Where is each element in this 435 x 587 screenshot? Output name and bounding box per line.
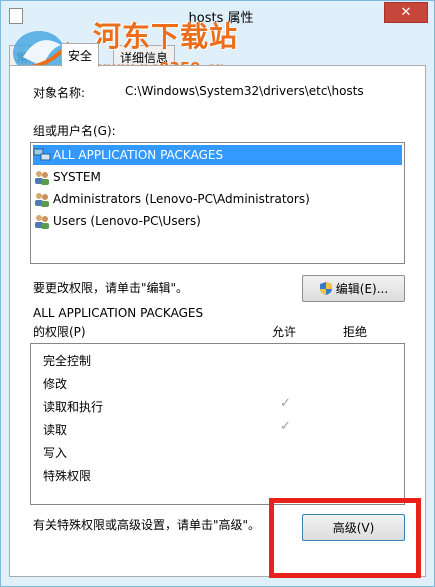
annotation-highlight-box (269, 498, 421, 578)
permission-name: 修改 (43, 377, 68, 391)
group-item-label: ALL APPLICATION PACKAGES (53, 148, 224, 162)
permission-row-read: 读取 ✓ (43, 417, 403, 439)
uac-shield-icon (319, 282, 332, 295)
permission-row-full-control: 完全控制 (43, 348, 403, 370)
groups-listbox[interactable]: ALL APPLICATION PACKAGES SYSTEM Administ… (30, 142, 405, 264)
group-item-system[interactable]: SYSTEM (33, 167, 402, 187)
permissions-title: 的权限(P) (33, 325, 86, 339)
allow-check-icon: ✓ (280, 396, 291, 411)
edit-hint: 要更改权限，请单击"编辑"。 (33, 281, 189, 295)
group-item-all-application-packages[interactable]: ALL APPLICATION PACKAGES (33, 145, 402, 165)
allow-column-header: 允许 (272, 325, 297, 339)
permissions-list[interactable]: 完全控制 修改 读取和执行 ✓ 读取 ✓ 写入 特殊权限 (30, 343, 405, 505)
permission-row-read-execute: 读取和执行 ✓ (43, 394, 403, 416)
permission-name: 读取 (43, 423, 68, 437)
watermark-site-name: 河东下载站 (93, 20, 239, 53)
group-item-label: SYSTEM (53, 170, 101, 184)
group-item-administrators[interactable]: Administrators (Lenovo-PC\Administrators… (33, 189, 402, 209)
permission-name: 写入 (43, 446, 68, 460)
close-button[interactable]: ✕ (384, 2, 428, 23)
allow-check-icon: ✓ (280, 419, 291, 434)
properties-window: hosts 属性 ✕ 常规 安全 详细信息 河东下载站 www.pc0359.c… (0, 0, 435, 587)
object-name-label: 对象名称: (33, 86, 86, 100)
file-icon (9, 8, 23, 24)
tab-security[interactable]: 安全 (61, 43, 100, 67)
groups-label: 组或用户名(G): (33, 124, 116, 138)
edit-button[interactable]: 编辑(E)... (302, 275, 405, 302)
app-packages-icon (33, 148, 51, 161)
advanced-hint: 有关特殊权限或高级设置，请单击"高级"。 (33, 518, 261, 532)
group-item-users[interactable]: Users (Lenovo-PC\Users) (33, 211, 402, 231)
group-item-label: Users (Lenovo-PC\Users) (53, 214, 201, 228)
permission-name: 完全控制 (43, 354, 92, 368)
permission-row-modify: 修改 (43, 371, 403, 393)
permission-name: 特殊权限 (43, 469, 92, 483)
permissions-for-label: ALL APPLICATION PACKAGES (33, 306, 204, 320)
object-name-value: C:\Windows\System32\drivers\etc\hosts (125, 84, 364, 98)
user-group-icon (35, 215, 49, 229)
permission-row-write: 写入 (43, 440, 403, 462)
permission-name: 读取和执行 (43, 400, 104, 414)
user-group-icon (35, 193, 49, 207)
user-group-icon (35, 171, 49, 185)
permission-row-special: 特殊权限 (43, 463, 403, 485)
deny-column-header: 拒绝 (343, 325, 368, 339)
group-item-label: Administrators (Lenovo-PC\Administrators… (53, 192, 310, 206)
edit-button-label: 编辑(E)... (335, 282, 389, 296)
